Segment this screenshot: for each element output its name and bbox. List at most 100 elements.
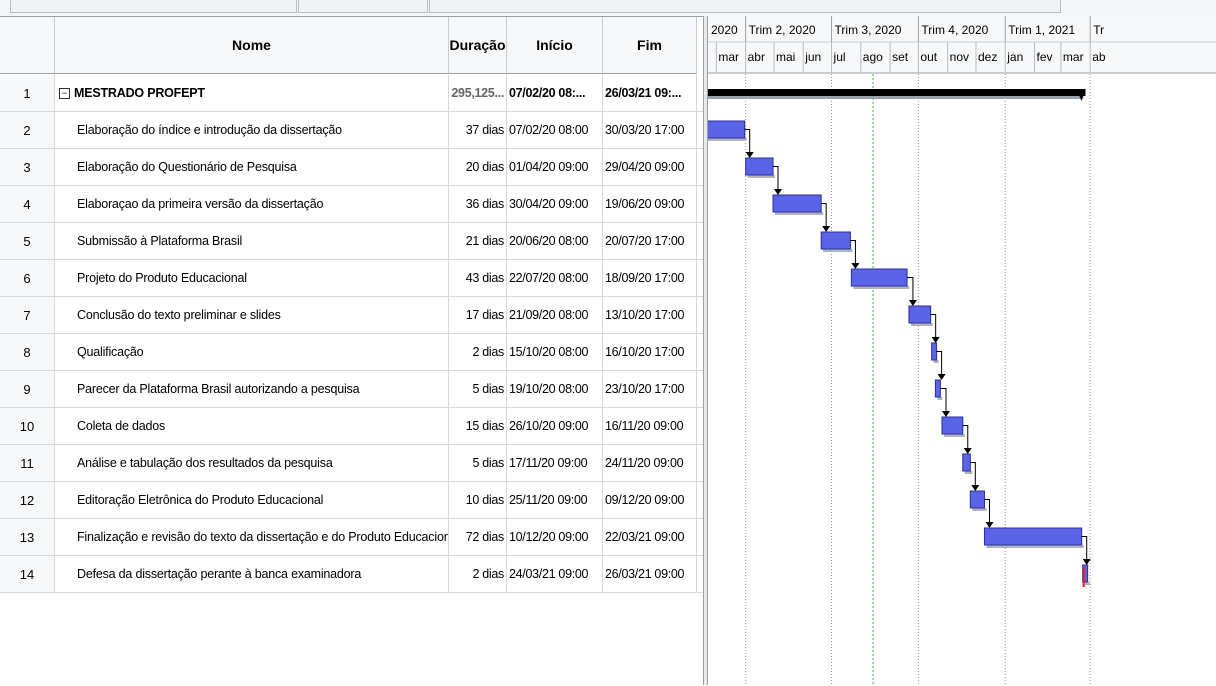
task-name-cell[interactable]: − MESTRADO PROFEPT <box>55 75 449 111</box>
task-finish-cell[interactable]: 30/03/20 17:00 <box>603 112 697 148</box>
task-id-cell[interactable]: 9 <box>0 371 55 407</box>
task-row[interactable]: 4 Elaboraçao da primeira versão da disser… <box>0 186 708 223</box>
column-header-finish[interactable]: Fim <box>603 17 697 74</box>
task-start-cell[interactable]: 01/04/20 09:00 <box>507 149 603 185</box>
task-bar[interactable] <box>820 231 851 250</box>
task-bar[interactable] <box>983 527 1083 546</box>
task-row[interactable]: 2 Elaboração do índice e introdução da di… <box>0 112 708 149</box>
task-finish-cell[interactable]: 09/12/20 09:00 <box>603 482 697 518</box>
task-name-cell[interactable]: Parecer da Plataforma Brasil autorizando… <box>55 371 449 407</box>
task-row[interactable]: 3 Elaboração do Questionário de Pesquisa 2… <box>0 149 708 186</box>
task-id-cell[interactable]: 11 <box>0 445 55 481</box>
summary-task-row[interactable]: 1− MESTRADO PROFEPT 295,125... 07/02/20 08:… <box>0 75 708 112</box>
task-bar[interactable] <box>934 379 941 398</box>
summary-bar[interactable] <box>708 89 1086 96</box>
task-duration-cell[interactable]: 36 dias <box>449 186 507 222</box>
task-bar[interactable] <box>708 120 746 139</box>
task-finish-cell[interactable]: 16/11/20 09:00 <box>603 408 697 444</box>
task-finish-cell[interactable]: 24/11/20 09:00 <box>603 445 697 481</box>
task-name-cell[interactable]: Editoração Eletrônica do Produto Educaci… <box>55 482 449 518</box>
task-name-cell[interactable]: Submissão à Plataforma Brasil <box>55 223 449 259</box>
task-id-cell[interactable]: 10 <box>0 408 55 444</box>
task-id-cell[interactable]: 8 <box>0 334 55 370</box>
task-start-cell[interactable]: 22/07/20 08:00 <box>507 260 603 296</box>
task-row[interactable]: 11 Análise e tabulação dos resultados da … <box>0 445 708 482</box>
column-header-start[interactable]: Início <box>507 17 603 74</box>
task-row[interactable]: 13 Finalização e revisão do texto da diss… <box>0 519 708 556</box>
task-bar[interactable] <box>962 453 971 472</box>
task-finish-cell[interactable]: 16/10/20 17:00 <box>603 334 697 370</box>
task-duration-cell[interactable]: 17 dias <box>449 297 507 333</box>
task-name-cell[interactable]: Qualificação <box>55 334 449 370</box>
task-name-cell[interactable]: Coleta de dados <box>55 408 449 444</box>
task-finish-cell[interactable]: 23/10/20 17:00 <box>603 371 697 407</box>
task-bar[interactable] <box>931 342 938 361</box>
task-row[interactable]: 5 Submissão à Plataforma Brasil 21 dias 20/… <box>0 223 708 260</box>
task-finish-cell[interactable]: 18/09/20 17:00 <box>603 260 697 296</box>
task-name-cell[interactable]: Conclusão do texto preliminar e slides <box>55 297 449 333</box>
task-bar[interactable] <box>941 416 964 435</box>
task-duration-cell[interactable]: 5 dias <box>449 445 507 481</box>
task-id-cell[interactable]: 12 <box>0 482 55 518</box>
column-header-name[interactable]: Nome <box>55 17 449 74</box>
task-id-cell[interactable]: 14 <box>0 556 55 592</box>
task-duration-cell[interactable]: 72 dias <box>449 519 507 555</box>
task-bar[interactable] <box>908 305 932 324</box>
task-finish-cell[interactable]: 26/03/21 09:00 <box>603 556 697 592</box>
toolbar-field[interactable] <box>298 0 428 13</box>
task-finish-cell[interactable]: 22/03/21 09:00 <box>603 519 697 555</box>
task-row[interactable]: 8 Qualificação 2 dias 15/10/20 08:00 16/10/2… <box>0 334 708 371</box>
task-id-cell[interactable]: 4 <box>0 186 55 222</box>
task-name-cell[interactable]: Finalização e revisão do texto da disser… <box>55 519 449 555</box>
task-finish-cell[interactable]: 29/04/20 09:00 <box>603 149 697 185</box>
task-duration-cell[interactable]: 37 dias <box>449 112 507 148</box>
task-duration-cell[interactable]: 295,125... <box>449 75 507 111</box>
task-id-cell[interactable]: 7 <box>0 297 55 333</box>
task-bar[interactable] <box>969 490 985 509</box>
task-id-cell[interactable]: 5 <box>0 223 55 259</box>
task-id-cell[interactable]: 3 <box>0 149 55 185</box>
task-bar[interactable] <box>850 268 908 287</box>
task-finish-cell[interactable]: 20/07/20 17:00 <box>603 223 697 259</box>
task-duration-cell[interactable]: 10 dias <box>449 482 507 518</box>
toolbar-field[interactable] <box>10 0 297 13</box>
task-finish-cell[interactable]: 13/10/20 17:00 <box>603 297 697 333</box>
task-duration-cell[interactable]: 21 dias <box>449 223 507 259</box>
task-name-cell[interactable]: Análise e tabulação dos resultados da pe… <box>55 445 449 481</box>
task-name-cell[interactable]: Defesa da dissertação perante à banca ex… <box>55 556 449 592</box>
task-row[interactable]: 7 Conclusão do texto preliminar e slides 1… <box>0 297 708 334</box>
task-row[interactable]: 14 Defesa da dissertação perante à banca … <box>0 556 708 593</box>
task-start-cell[interactable]: 17/11/20 09:00 <box>507 445 603 481</box>
task-id-cell[interactable]: 2 <box>0 112 55 148</box>
task-name-cell[interactable]: Elaboraçao da primeira versão da dissert… <box>55 186 449 222</box>
task-duration-cell[interactable]: 43 dias <box>449 260 507 296</box>
task-bar[interactable] <box>745 157 774 176</box>
toolbar-field[interactable] <box>429 0 1061 13</box>
column-header-duration[interactable]: Duração <box>449 17 507 74</box>
task-row[interactable]: 9 Parecer da Plataforma Brasil autorizand… <box>0 371 708 408</box>
task-name-cell[interactable]: Elaboração do índice e introdução da dis… <box>55 112 449 148</box>
task-row[interactable]: 6 Projeto do Produto Educacional 43 dias 22… <box>0 260 708 297</box>
task-start-cell[interactable]: 15/10/20 08:00 <box>507 334 603 370</box>
column-header-id[interactable] <box>0 17 55 74</box>
task-row[interactable]: 10 Coleta de dados 15 dias 26/10/20 09:00 16… <box>0 408 708 445</box>
task-start-cell[interactable]: 20/06/20 08:00 <box>507 223 603 259</box>
collapse-toggle-icon[interactable]: − <box>59 87 70 99</box>
task-id-cell[interactable]: 6 <box>0 260 55 296</box>
task-bar[interactable] <box>772 194 822 213</box>
task-duration-cell[interactable]: 2 dias <box>449 334 507 370</box>
task-start-cell[interactable]: 07/02/20 08:... <box>507 75 603 111</box>
task-id-cell[interactable]: 1 <box>0 75 55 111</box>
task-name-cell[interactable]: Projeto do Produto Educacional <box>55 260 449 296</box>
task-finish-cell[interactable]: 26/03/21 09:... <box>603 75 697 111</box>
task-duration-cell[interactable]: 5 dias <box>449 371 507 407</box>
task-start-cell[interactable]: 07/02/20 08:00 <box>507 112 603 148</box>
task-start-cell[interactable]: 24/03/21 09:00 <box>507 556 603 592</box>
task-duration-cell[interactable]: 2 dias <box>449 556 507 592</box>
task-start-cell[interactable]: 26/10/20 09:00 <box>507 408 603 444</box>
task-row[interactable]: 12 Editoração Eletrônica do Produto Educa… <box>0 482 708 519</box>
task-duration-cell[interactable]: 20 dias <box>449 149 507 185</box>
task-start-cell[interactable]: 30/04/20 09:00 <box>507 186 603 222</box>
task-start-cell[interactable]: 25/11/20 09:00 <box>507 482 603 518</box>
task-start-cell[interactable]: 21/09/20 08:00 <box>507 297 603 333</box>
